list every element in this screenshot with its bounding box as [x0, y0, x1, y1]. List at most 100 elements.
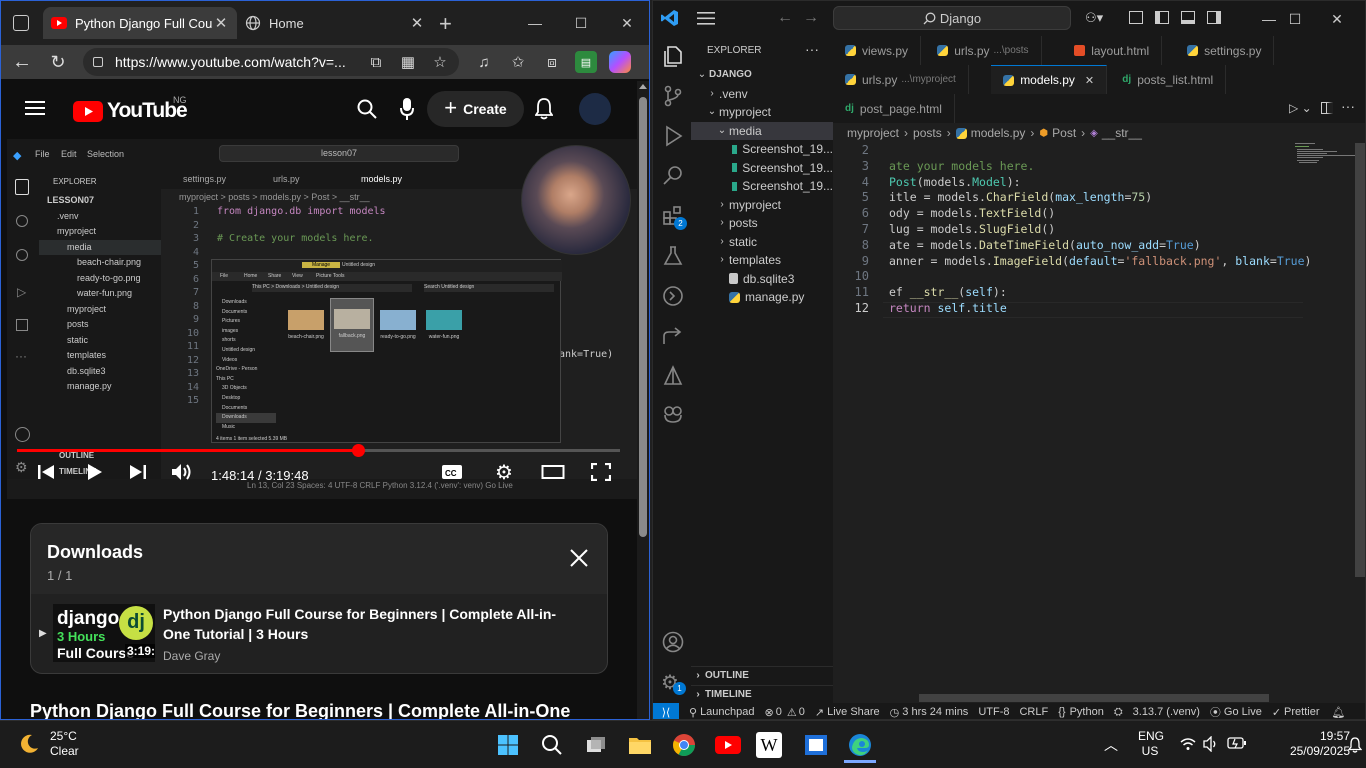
- tree-item[interactable]: › posts: [691, 214, 833, 233]
- search-icon[interactable]: [661, 164, 685, 188]
- code-line[interactable]: ate your models here.: [889, 159, 1309, 175]
- nav-back-icon[interactable]: ←: [777, 9, 793, 27]
- volume-icon[interactable]: [171, 463, 193, 481]
- code-line[interactable]: itle = models.CharField(max_length=75): [889, 190, 1309, 206]
- toggle-secondary-sidebar-icon[interactable]: [1207, 11, 1221, 24]
- search-icon[interactable]: [357, 99, 377, 119]
- browser-tab-youtube[interactable]: Python Django Full Course f ✕: [43, 7, 237, 39]
- editor-tab[interactable]: dj posts_list.html: [1110, 65, 1227, 94]
- create-button[interactable]: + Create: [427, 91, 524, 127]
- close-window-icon[interactable]: ✕: [607, 9, 647, 37]
- remote-indicator-icon[interactable]: ⟩⟨: [653, 703, 679, 719]
- system-clock[interactable]: 19:57 25/09/2025: [1266, 729, 1350, 759]
- download-channel-name[interactable]: Dave Gray: [163, 649, 220, 663]
- previous-icon[interactable]: [37, 463, 55, 481]
- eol-item[interactable]: CRLF: [1019, 706, 1048, 718]
- favorites-icon[interactable]: ✩: [507, 51, 529, 73]
- settings-gear-icon[interactable]: ⚙: [495, 460, 513, 485]
- subtitles-icon[interactable]: CC: [441, 463, 463, 481]
- breadcrumb-item[interactable]: Post: [1052, 126, 1076, 140]
- encoding-item[interactable]: UTF-8: [978, 706, 1009, 718]
- live-share-item[interactable]: ↗ Live Share: [815, 706, 880, 719]
- fullscreen-icon[interactable]: [591, 463, 611, 481]
- notifications-bell-icon[interactable]: [535, 98, 553, 120]
- go-live-item[interactable]: ⦿ Go Live: [1210, 704, 1262, 719]
- minimize-icon[interactable]: —: [515, 9, 555, 37]
- language-item[interactable]: {} Python: [1058, 706, 1104, 718]
- tree-item[interactable]: Screenshot_19...: [691, 177, 833, 196]
- theater-mode-icon[interactable]: [541, 463, 565, 481]
- toggle-panel-icon[interactable]: [1181, 11, 1195, 24]
- tree-item[interactable]: db.sqlite3: [691, 270, 833, 289]
- editor-tab[interactable]: settings.py: [1175, 36, 1275, 65]
- more-actions-icon[interactable]: ···: [1341, 98, 1355, 114]
- docker-icon[interactable]: [661, 364, 685, 388]
- task-view-icon[interactable]: [580, 729, 612, 761]
- code-line[interactable]: return self.title: [889, 301, 1309, 317]
- editor-tab[interactable]: models.py ✕: [991, 65, 1108, 94]
- menu-icon[interactable]: [697, 12, 715, 25]
- code-editor[interactable]: ate your models here. Post(models.Model)…: [889, 143, 1311, 703]
- testing-icon[interactable]: [661, 244, 685, 268]
- github-copilot-icon[interactable]: [661, 402, 685, 426]
- tree-item[interactable]: › static: [691, 233, 833, 252]
- split-editor-icon[interactable]: [1321, 102, 1333, 114]
- close-tab-icon[interactable]: ✕: [409, 14, 425, 32]
- tree-item[interactable]: manage.py: [691, 288, 833, 307]
- copilot-icon[interactable]: [609, 51, 631, 73]
- play-icon[interactable]: [87, 463, 103, 481]
- breadcrumb-item[interactable]: myproject: [847, 126, 899, 140]
- close-tab-icon[interactable]: ✕: [1085, 74, 1094, 87]
- wikipedia-icon[interactable]: W: [756, 732, 782, 758]
- page-scrollbar[interactable]: [637, 81, 649, 719]
- maximize-icon[interactable]: ☐: [1275, 5, 1315, 33]
- notification-bell-icon[interactable]: [1348, 737, 1362, 753]
- notifications-bell-icon[interactable]: 🔔︎: [1332, 706, 1346, 719]
- weather-widget[interactable]: 25°C Clear: [18, 729, 79, 759]
- maximize-icon[interactable]: ☐: [561, 9, 601, 37]
- tree-item[interactable]: ⌄ myproject: [691, 103, 833, 122]
- volume-icon[interactable]: [1203, 736, 1219, 752]
- wifi-icon[interactable]: [1180, 737, 1196, 751]
- editor-horizontal-scrollbar[interactable]: [919, 694, 1269, 702]
- microphone-icon[interactable]: [400, 98, 414, 120]
- toggle-sidebar-icon[interactable]: [1155, 11, 1169, 24]
- copilot-icon[interactable]: ⚇▾: [1085, 10, 1103, 26]
- launchpad-item[interactable]: ⚲ Launchpad: [689, 706, 755, 719]
- play-indicator-icon[interactable]: ▶: [39, 628, 47, 639]
- code-line[interactable]: [889, 269, 1309, 285]
- remote-explorer-icon[interactable]: [661, 284, 685, 308]
- explorer-icon[interactable]: [661, 44, 685, 68]
- edge-icon[interactable]: [844, 729, 876, 763]
- nav-forward-icon[interactable]: →: [803, 9, 819, 27]
- tree-item[interactable]: › .venv: [691, 85, 833, 104]
- close-tab-icon[interactable]: ✕: [213, 14, 229, 32]
- show-hidden-icons-chevron-icon[interactable]: ︿: [1104, 735, 1118, 755]
- command-center-search[interactable]: Django: [833, 6, 1071, 30]
- code-line[interactable]: ate = models.DateTimeField(auto_now_add=…: [889, 238, 1309, 254]
- new-tab-icon[interactable]: +: [439, 11, 452, 37]
- close-icon[interactable]: [569, 548, 589, 568]
- breadcrumb-item[interactable]: __str__: [1102, 126, 1142, 140]
- youtube-logo[interactable]: YouTube NG: [73, 95, 188, 123]
- minimap[interactable]: [1293, 141, 1355, 191]
- run-python-icon[interactable]: ▷ ⌄: [1289, 101, 1312, 115]
- breadcrumb-item[interactable]: models.py: [971, 126, 1026, 140]
- back-icon[interactable]: ←: [11, 51, 33, 73]
- input-language[interactable]: ENG US: [1138, 729, 1164, 759]
- video-player[interactable]: ◆ File Edit Selection lesson07 ▷ ··· ⚙ E…: [7, 139, 637, 499]
- breadcrumb-item[interactable]: posts: [913, 126, 942, 140]
- interpreter-item[interactable]: ⛭ 3.13.7 (.venv): [1114, 706, 1200, 719]
- battery-icon[interactable]: [1227, 737, 1247, 749]
- collections-icon[interactable]: ⧈: [541, 51, 563, 73]
- editor-tab[interactable]: urls.py ...\myproject: [833, 65, 969, 94]
- live-share-icon[interactable]: [661, 324, 685, 348]
- code-line[interactable]: Post(models.Model):: [889, 175, 1309, 191]
- account-icon[interactable]: [661, 630, 685, 654]
- close-window-icon[interactable]: ✕: [1317, 5, 1357, 33]
- avatar[interactable]: [579, 93, 611, 125]
- tab-actions-icon[interactable]: [13, 15, 29, 31]
- tree-item[interactable]: ⌄ media: [691, 121, 833, 140]
- download-thumbnail[interactable]: django 3 Hours Full Course dj 3:19:49: [53, 604, 155, 662]
- manage-gear-icon[interactable]: ⚙ 1: [661, 670, 686, 695]
